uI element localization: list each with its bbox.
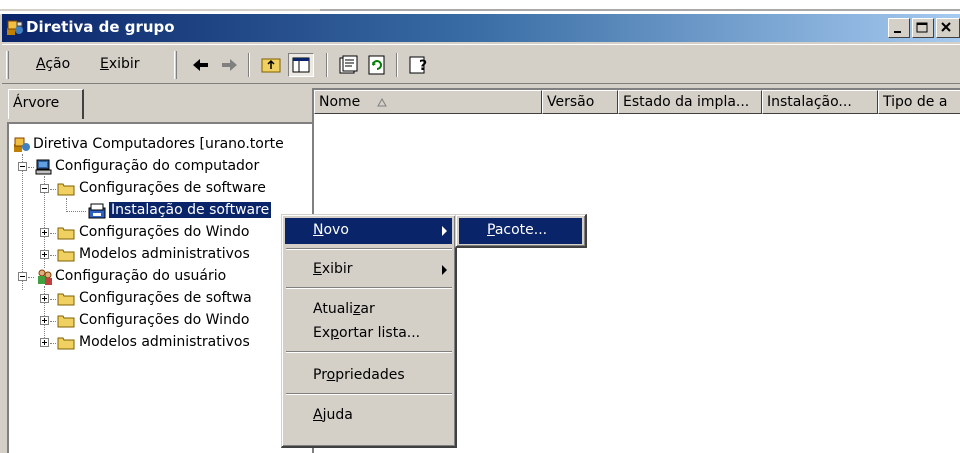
- policy-icon: [14, 137, 30, 152]
- menu-separator: [286, 287, 452, 289]
- expand-icon[interactable]: [40, 228, 49, 237]
- minimize-button[interactable]: [888, 18, 910, 38]
- column-header-versao[interactable]: Versão: [542, 90, 618, 114]
- column-header-tipo[interactable]: Tipo de a: [878, 90, 960, 114]
- column-headers: Nome Versão Estado da impla... Instalaçã…: [314, 90, 960, 114]
- column-header-nome[interactable]: Nome: [314, 90, 542, 114]
- minimize-icon: [894, 31, 901, 33]
- toolbar-grip[interactable]: [174, 51, 177, 79]
- tree-item-label: Diretiva Computadores [urano.torte: [33, 136, 284, 152]
- menu-item-novo[interactable]: Novo: [285, 218, 452, 244]
- forward-arrow-icon[interactable]: [216, 53, 242, 77]
- context-menu: Novo Exibir Atualizar Exportar lista... …: [281, 214, 457, 448]
- tree-item-label: Configurações do Windo: [79, 224, 250, 240]
- submenu-novo: Pacote...: [455, 214, 587, 248]
- close-icon: [941, 22, 951, 32]
- tree-pane: Diretiva Computadores [urano.torte Confi…: [7, 122, 316, 453]
- collapse-icon[interactable]: [40, 184, 49, 193]
- tree-item-label: Configuração do computador: [55, 158, 260, 174]
- collapse-icon[interactable]: [18, 162, 27, 171]
- properties-icon[interactable]: [336, 53, 362, 77]
- menu-separator: [286, 248, 452, 250]
- menu-item-pacote[interactable]: Pacote...: [459, 218, 582, 244]
- folder-icon: [57, 183, 75, 196]
- menu-item-atualizar[interactable]: Atualizar: [285, 297, 452, 323]
- svg-text:?: ?: [419, 58, 427, 74]
- tab-arvore-label: Árvore: [13, 95, 60, 111]
- tree-item-label: Configuração do usuário: [55, 268, 227, 284]
- maximize-icon: [916, 22, 928, 33]
- tree-item-configuracao-usuario[interactable]: Configuração do usuário: [13, 266, 313, 288]
- title-bar[interactable]: Diretiva de grupo: [2, 14, 960, 42]
- toolbar-separator: [248, 53, 250, 77]
- sort-ascending-icon: [377, 98, 387, 107]
- folder-icon: [57, 315, 75, 328]
- expand-icon[interactable]: [40, 250, 49, 259]
- software-install-icon: [88, 203, 106, 219]
- tree-item-label: Configurações de softwa: [79, 290, 252, 306]
- show-hide-tree-button[interactable]: [288, 53, 314, 77]
- group-policy-icon: [7, 20, 23, 35]
- tree-item-configuracao-computador[interactable]: Configuração do computador: [13, 156, 313, 178]
- submenu-arrow-icon: [442, 226, 447, 236]
- up-folder-icon[interactable]: [258, 53, 284, 77]
- expand-icon[interactable]: [40, 338, 49, 347]
- collapse-icon[interactable]: [18, 272, 27, 281]
- menubar-grip[interactable]: [6, 51, 9, 79]
- tree-item-label: Instalação de software: [109, 202, 272, 218]
- computer-icon: [35, 159, 52, 175]
- menu-item-exportar-lista[interactable]: Exportar lista...: [285, 321, 452, 347]
- maximize-button[interactable]: [912, 18, 934, 38]
- menu-toolbar: Ação Exibir ?: [2, 44, 960, 84]
- tree-item-config-software[interactable]: Configurações de software: [35, 178, 325, 200]
- screen-top-strip: [0, 0, 960, 14]
- menu-item-ajuda[interactable]: Ajuda: [285, 403, 452, 429]
- show-hide-tree-icon: [292, 57, 310, 73]
- tree-item-root[interactable]: Diretiva Computadores [urano.torte: [13, 134, 313, 156]
- help-icon[interactable]: ?: [406, 53, 432, 77]
- tab-arvore[interactable]: Árvore: [8, 89, 84, 119]
- column-header-instalacao[interactable]: Instalação...: [762, 90, 878, 114]
- menu-separator: [286, 351, 452, 353]
- tree-item-label: Modelos administrativos: [79, 246, 250, 262]
- mmc-window: Diretiva de grupo Ação Exibir ? Árvore D…: [0, 14, 960, 453]
- menu-acao[interactable]: Ação: [36, 56, 70, 72]
- submenu-arrow-icon: [442, 265, 447, 275]
- toolbar-separator: [396, 53, 398, 77]
- menu-item-exibir[interactable]: Exibir: [285, 257, 452, 283]
- expand-icon[interactable]: [40, 316, 49, 325]
- column-header-estado[interactable]: Estado da impla...: [618, 90, 762, 114]
- folder-icon: [57, 249, 75, 262]
- menu-exibir[interactable]: Exibir: [100, 56, 140, 72]
- folder-icon: [57, 227, 75, 240]
- expand-icon[interactable]: [40, 294, 49, 303]
- menu-separator: [286, 393, 452, 395]
- folder-icon: [57, 293, 75, 306]
- tree-tab-row: Árvore: [2, 86, 312, 120]
- menu-item-propriedades[interactable]: Propriedades: [285, 363, 452, 389]
- toolbar-separator: [326, 53, 328, 77]
- refresh-icon[interactable]: [364, 53, 390, 77]
- folder-icon: [57, 337, 75, 350]
- tree-item-label: Configurações do Windo: [79, 312, 250, 328]
- close-button[interactable]: [936, 18, 960, 38]
- tree-item-label: Configurações de software: [79, 180, 266, 196]
- tree-item-label: Modelos administrativos: [79, 334, 250, 350]
- users-icon: [38, 269, 52, 285]
- back-arrow-icon[interactable]: [188, 53, 214, 77]
- window-title: Diretiva de grupo: [26, 18, 175, 36]
